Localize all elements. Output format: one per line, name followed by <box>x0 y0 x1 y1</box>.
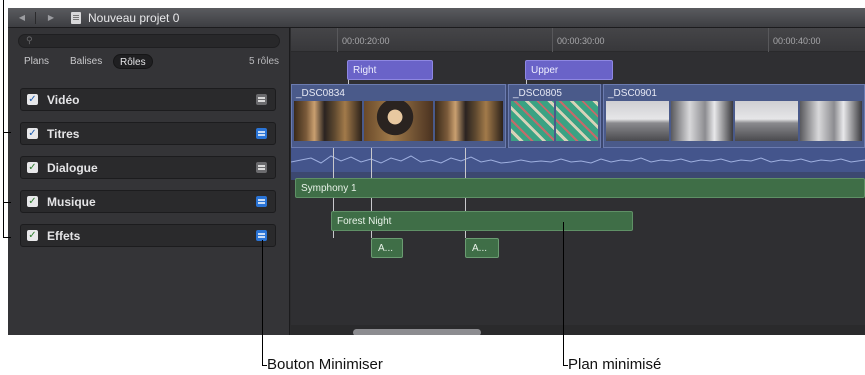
clip-name: A... <box>472 243 488 254</box>
checkbox-icon[interactable]: ✓ <box>27 94 38 105</box>
filmstrip-frame <box>511 101 554 141</box>
tab-roles[interactable]: Rôles <box>113 54 153 69</box>
video-clip[interactable]: _DSC0901 <box>603 84 865 148</box>
roles-count: 5 rôles <box>248 56 279 67</box>
video-clip[interactable]: _DSC0834 <box>291 84 506 148</box>
final-cut-window: ◀ ▶ Nouveau projet 0 ⚲ Plans Balises Rôl… <box>8 8 865 335</box>
clip-name: Symphony 1 <box>301 183 357 194</box>
title-bar: ◀ ▶ Nouveau projet 0 <box>8 8 865 28</box>
role-label: Titres <box>47 127 80 141</box>
ruler-timecode: 00:00:40:00 <box>773 36 821 46</box>
clip-filmstrip <box>511 101 598 141</box>
checkbox-icon[interactable]: ✓ <box>27 162 38 173</box>
ruler-tick <box>337 28 338 52</box>
checkbox-icon[interactable]: ✓ <box>27 230 38 241</box>
ruler-timecode: 00:00:20:00 <box>342 36 390 46</box>
timeline-index: ⚲ Plans Balises Rôles 5 rôles ✓ Vidéo ✓ … <box>8 28 290 335</box>
minimized-effect-clip[interactable]: A... <box>465 238 499 258</box>
ruler-timecode: 00:00:30:00 <box>557 36 605 46</box>
search-icon: ⚲ <box>26 36 33 46</box>
filmstrip-frame <box>735 101 798 141</box>
clip-name: Right <box>353 65 377 76</box>
search-field[interactable]: ⚲ <box>18 34 280 48</box>
tab-balises[interactable]: Balises <box>64 54 108 69</box>
forward-arrow-icon[interactable]: ▶ <box>46 13 56 23</box>
callout-line-minimized-clip <box>563 222 564 365</box>
role-row-effects[interactable]: ✓ Effets <box>20 224 276 247</box>
ruler-tick <box>768 28 769 52</box>
scrollbar-thumb[interactable] <box>353 329 481 335</box>
timecode-ruler[interactable]: 00:00:20:00 00:00:30:00 00:00:40:00 <box>291 28 865 52</box>
callout-bracket-tick <box>3 237 11 238</box>
callout-bracket-tick <box>3 132 11 133</box>
clip-name: Upper <box>531 65 559 76</box>
role-row-video[interactable]: ✓ Vidéo <box>20 88 276 111</box>
audio-waveform <box>291 148 865 172</box>
video-clip[interactable]: _DSC0805 <box>508 84 601 148</box>
tab-plans[interactable]: Plans <box>18 54 55 69</box>
callout-line-minimize <box>262 240 263 365</box>
checkbox-icon[interactable]: ✓ <box>27 128 38 139</box>
role-row-titles[interactable]: ✓ Titres <box>20 122 276 145</box>
filmstrip-frame <box>606 101 669 141</box>
callout-minimize-button: Bouton Minimiser <box>267 356 383 373</box>
role-label: Musique <box>47 195 96 209</box>
callout-minimized-clip: Plan minimisé <box>568 356 662 373</box>
project-document-icon <box>71 12 81 24</box>
timeline[interactable]: 00:00:20:00 00:00:30:00 00:00:40:00 Righ… <box>291 28 865 335</box>
back-arrow-icon[interactable]: ◀ <box>17 13 27 23</box>
ruler-tick <box>552 28 553 52</box>
clip-name: Forest Night <box>337 216 392 227</box>
minimize-lane-icon[interactable] <box>256 196 267 207</box>
clip-name: _DSC0834 <box>296 88 345 99</box>
clip-filmstrip <box>606 101 862 141</box>
role-row-music[interactable]: ✓ Musique <box>20 190 276 213</box>
filmstrip-frame <box>670 101 733 141</box>
filmstrip-frame <box>364 101 433 141</box>
callout-bracket-tick <box>3 202 11 203</box>
role-label: Dialogue <box>47 161 98 175</box>
clip-filmstrip <box>294 101 503 141</box>
clip-name: A... <box>378 243 394 254</box>
checkbox-icon[interactable]: ✓ <box>27 196 38 207</box>
clip-name: _DSC0901 <box>608 88 657 99</box>
filmstrip-frame <box>799 101 862 141</box>
minimized-effect-clip[interactable]: A... <box>371 238 403 258</box>
clip-name: _DSC0805 <box>513 88 562 99</box>
role-label: Vidéo <box>47 93 80 107</box>
minimize-lane-icon[interactable] <box>256 162 267 173</box>
title-clip[interactable]: Right <box>347 60 433 80</box>
project-title: Nouveau projet 0 <box>88 11 180 25</box>
minimize-lane-icon[interactable] <box>256 94 267 105</box>
minimize-lane-icon[interactable] <box>256 128 267 139</box>
title-clip[interactable]: Upper <box>525 60 613 80</box>
filmstrip-frame <box>434 101 503 141</box>
filmstrip-frame <box>294 101 363 141</box>
music-clip[interactable]: Forest Night <box>331 211 633 231</box>
nav-divider <box>35 12 36 24</box>
role-row-dialogue[interactable]: ✓ Dialogue <box>20 156 276 179</box>
music-clip[interactable]: Symphony 1 <box>295 178 865 198</box>
search-input[interactable] <box>37 35 272 47</box>
filmstrip-frame <box>555 101 598 141</box>
role-label: Effets <box>47 229 81 243</box>
